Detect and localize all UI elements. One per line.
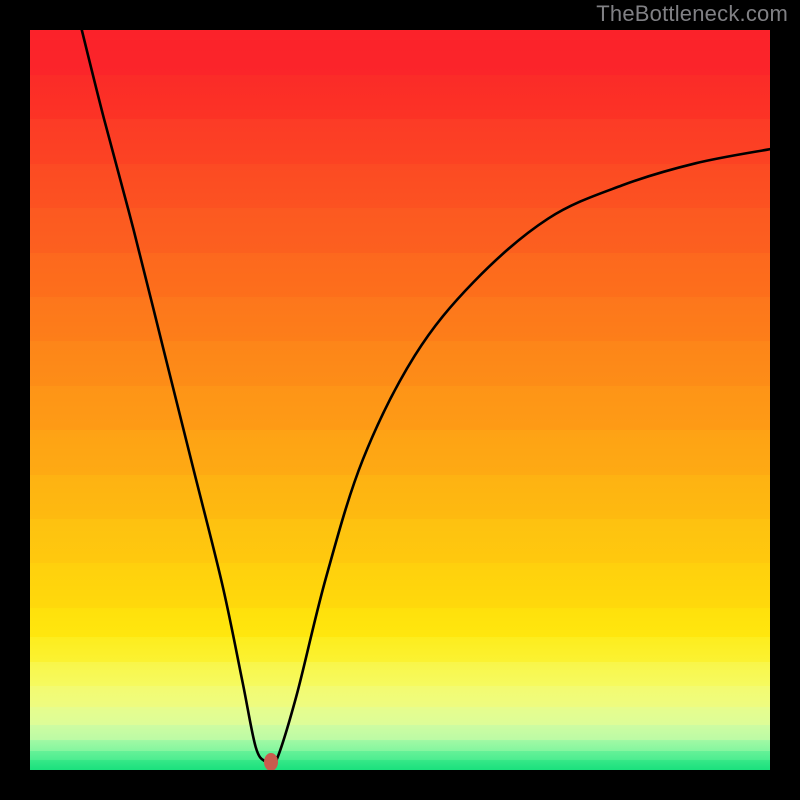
chart-frame: TheBottleneck.com	[0, 0, 800, 800]
watermark-text: TheBottleneck.com	[596, 1, 788, 27]
chart-plot-area	[30, 30, 770, 770]
chart-curve	[30, 30, 770, 770]
chart-marker-dot	[264, 753, 278, 770]
